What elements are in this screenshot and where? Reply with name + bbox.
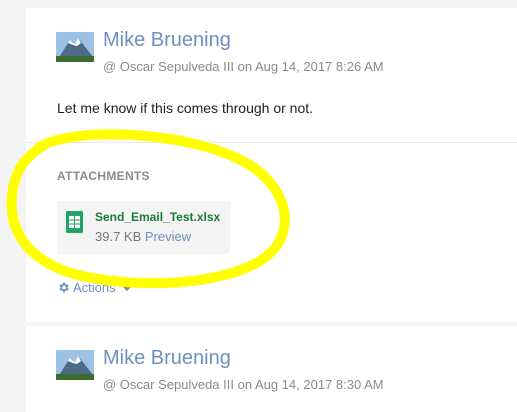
attachment-file-name[interactable]: Send_Email_Test.xlsx [95, 210, 220, 224]
attachment-card[interactable]: Send_Email_Test.xlsx 39.7 KB Preview [57, 201, 230, 254]
spreadsheet-icon [66, 211, 83, 233]
attachment-file-size: 39.7 KB [95, 229, 142, 244]
author-name[interactable]: Mike Bruening [103, 29, 231, 52]
post-card: Mike Bruening @ Oscar Sepulveda III on A… [26, 326, 517, 412]
chevron-down-icon [122, 286, 131, 291]
attachments-heading: ATTACHMENTS [57, 169, 150, 183]
post-meta: @ Oscar Sepulveda III on Aug 14, 2017 8:… [103, 59, 384, 74]
author-name[interactable]: Mike Bruening [103, 347, 231, 370]
gear-icon [59, 282, 69, 293]
post-meta: @ Oscar Sepulveda III on Aug 14, 2017 8:… [103, 377, 384, 392]
avatar[interactable] [56, 32, 94, 62]
attachment-details: 39.7 KB Preview [95, 229, 191, 244]
actions-menu[interactable]: Actions [57, 280, 131, 295]
actions-label: Actions [73, 280, 116, 295]
divider [26, 142, 517, 143]
post-message: Let me know if this comes through or not… [57, 100, 314, 116]
avatar[interactable] [56, 350, 94, 380]
post-card: Mike Bruening @ Oscar Sepulveda III on A… [26, 8, 517, 322]
preview-link[interactable]: Preview [145, 229, 191, 244]
